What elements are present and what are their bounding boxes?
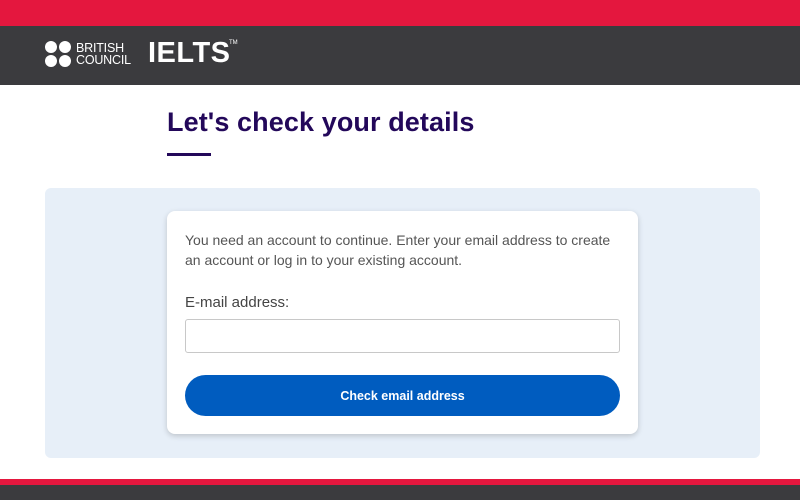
british-council-wordmark: BRITISH COUNCIL [76, 42, 131, 67]
page-title: Let's check your details [167, 107, 475, 137]
email-label: E-mail address: [185, 294, 290, 311]
check-email-button[interactable]: Check email address [185, 375, 620, 416]
british-council-dots-icon [45, 41, 71, 67]
top-accent-bar [0, 0, 800, 26]
british-council-logo[interactable]: BRITISH COUNCIL [45, 41, 131, 67]
trademark-symbol: TM [229, 40, 238, 46]
ielts-logo[interactable]: IELTS [148, 37, 231, 69]
brand-line-2: COUNCIL [76, 53, 131, 67]
intro-text: You need an account to continue. Enter y… [185, 232, 611, 268]
email-field[interactable] [185, 319, 620, 353]
site-header: BRITISH COUNCIL IELTS TM [0, 26, 800, 85]
title-underline [167, 153, 211, 156]
site-footer [0, 485, 800, 500]
